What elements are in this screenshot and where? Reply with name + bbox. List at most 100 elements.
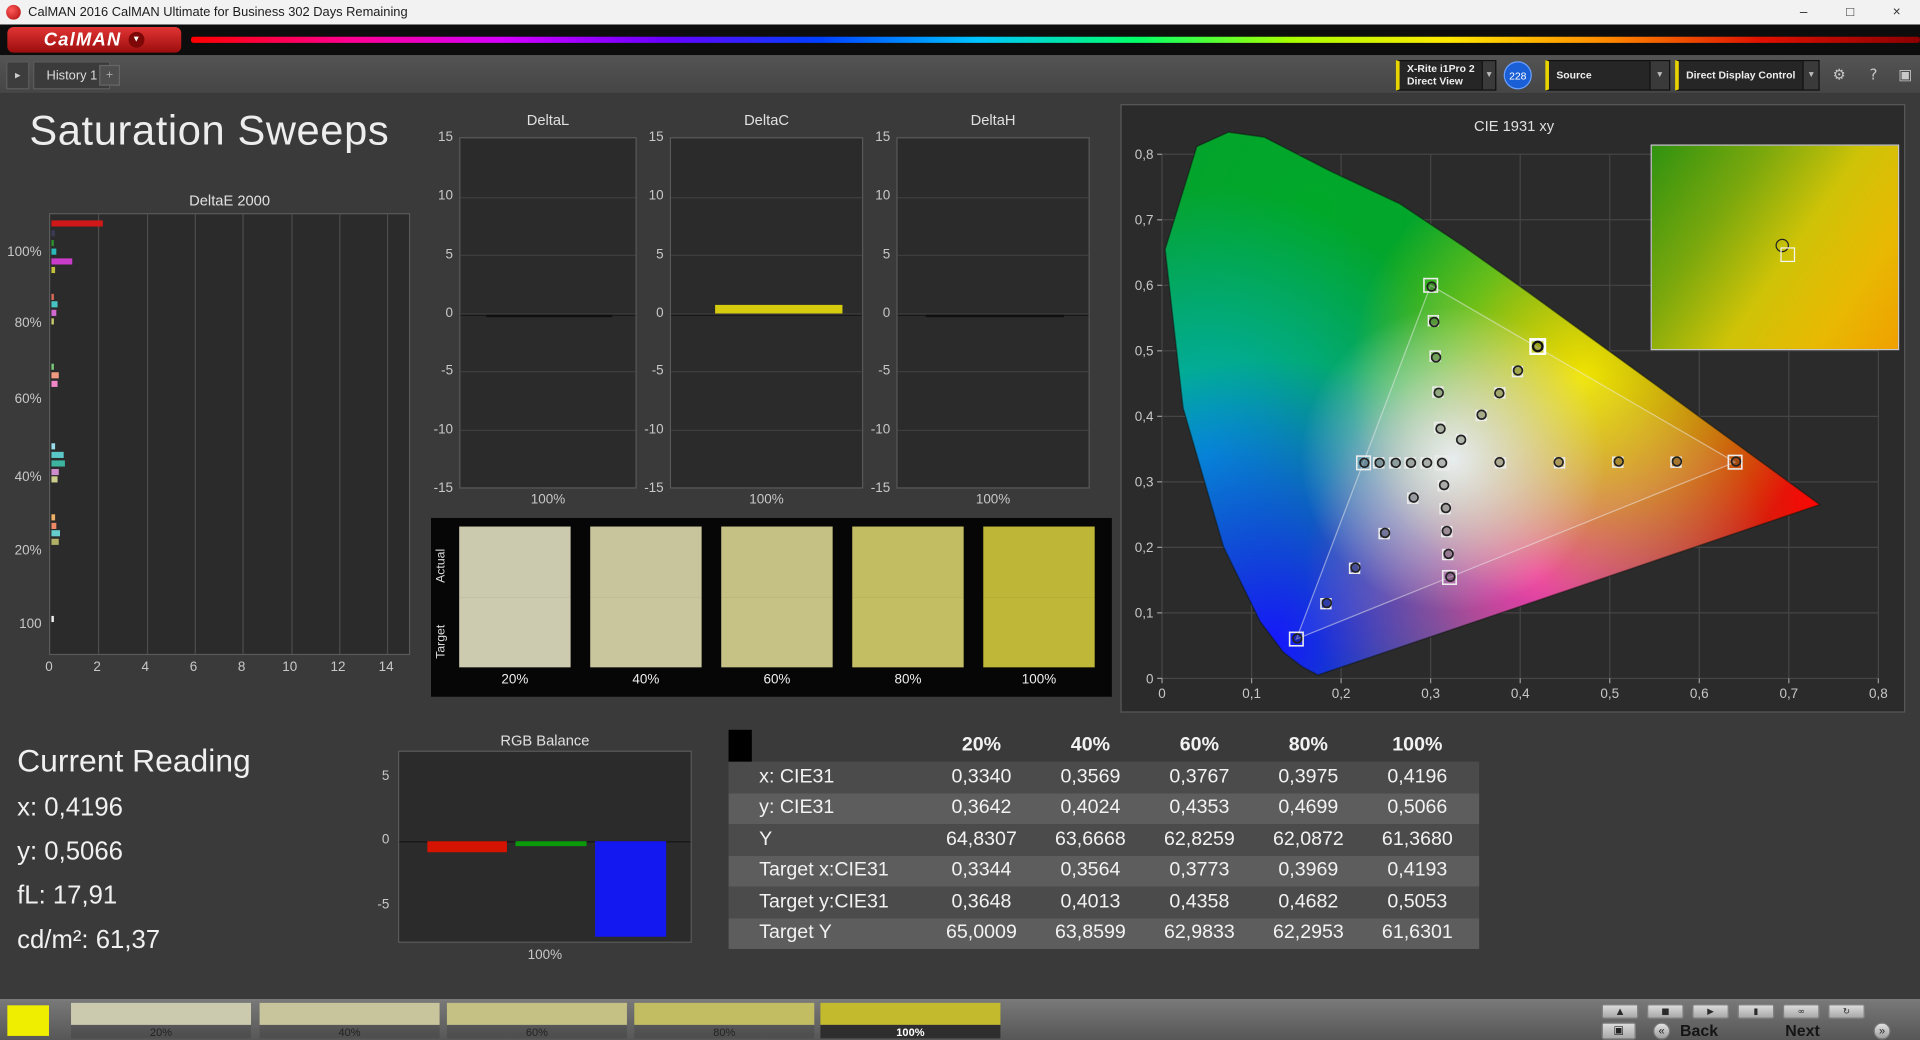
swatch-target <box>983 597 1095 668</box>
x-tick-label: 4 <box>141 660 150 675</box>
bottom-control-bar: 20% 40% 60% 80% 100% ▲ ■ ▶ ▮ ∞ ↻ ▣ « Back Next » <box>0 999 1920 1040</box>
table-cell: 64,8307 <box>946 828 1017 850</box>
pattern-window-button[interactable]: ▣ <box>1601 1022 1636 1040</box>
saturation-swatch-button-60%[interactable]: 60% <box>446 1003 627 1039</box>
gridline <box>460 371 636 373</box>
page-title: Saturation Sweeps <box>29 107 390 155</box>
table-cell: 62,9833 <box>1163 922 1235 944</box>
deltae-bar <box>51 258 73 265</box>
swatch-label: 60% <box>763 672 791 687</box>
svg-text:0,2: 0,2 <box>1135 540 1154 555</box>
y-tick-label: 0 <box>882 305 891 321</box>
link-button[interactable]: ∞ <box>1782 1004 1820 1020</box>
minimize-button[interactable]: – <box>1780 0 1827 24</box>
svg-text:0,3: 0,3 <box>1421 686 1440 701</box>
gridline <box>460 254 636 256</box>
y-tick-label: 5 <box>882 246 891 262</box>
svg-text:0,1: 0,1 <box>1242 686 1261 701</box>
current-patch-preview <box>7 1005 49 1037</box>
play-button[interactable]: ▶ <box>1692 1004 1729 1020</box>
add-tab-button[interactable]: + <box>99 64 120 86</box>
table-row: Target Y 65,0009 63,8599 62,9833 62,2953 61,6… <box>728 917 1480 949</box>
close-button[interactable]: × <box>1873 0 1920 24</box>
swatch-actual <box>852 526 964 598</box>
cie-1931-panel: CIE 1931 xy 0 0 0,1 0,1 0,2 0,2 0,3 0,3 0,4 0,4 0,… <box>1120 104 1906 713</box>
table-cell: 0,3642 <box>951 797 1012 819</box>
back-chevron-button[interactable]: « <box>1653 1022 1671 1040</box>
y-tick-label: 20% <box>14 543 42 559</box>
up-icon: ▲ <box>1616 1007 1624 1017</box>
target-label: Target <box>434 624 449 659</box>
deltae-bar <box>51 468 59 475</box>
y-tick-label: -15 <box>870 481 891 496</box>
pause-button[interactable]: ▮ <box>1737 1004 1775 1020</box>
y-tick-label: 10 <box>438 188 454 204</box>
source-selector[interactable]: Source ▼ <box>1545 60 1671 91</box>
deltae-bar <box>51 249 57 256</box>
back-button[interactable]: Back <box>1680 1022 1718 1040</box>
help-icon[interactable]: ? <box>1861 62 1885 85</box>
stop-button[interactable]: ■ <box>1646 1004 1684 1020</box>
gear-icon[interactable]: ⚙ <box>1827 62 1851 85</box>
rgb-x-label: 100% <box>527 947 563 963</box>
swatch-actual <box>721 526 833 598</box>
y-tick-label: -5 <box>878 364 891 379</box>
svg-text:0,8: 0,8 <box>1869 686 1888 701</box>
saturation-swatch-button-20%[interactable]: 20% <box>71 1003 252 1039</box>
main-toolbar: ▸ History 1 + X-Rite i1Pro 2 Direct View… <box>0 55 1920 95</box>
x-tick-label: 14 <box>378 660 394 675</box>
y-tick-label: 100% <box>7 245 42 260</box>
meter-selector[interactable]: X-Rite i1Pro 2 Direct View ▼ <box>1395 60 1497 91</box>
table-header-row: 20% 40% 60% 80% 100% <box>728 729 1480 762</box>
y-tick-label: -10 <box>644 422 664 438</box>
saturation-swatch-button-100%[interactable]: 100% <box>820 1003 1001 1039</box>
app-icon <box>6 4 21 20</box>
play-icon: ▶ <box>1707 1007 1714 1017</box>
table-cell: 0,3767 <box>1169 766 1230 788</box>
table-cell: 0,3564 <box>1060 859 1121 881</box>
table-row: x: CIE31 0,3340 0,3569 0,3767 0,3975 0,4196 <box>728 761 1480 793</box>
actual-label: Actual <box>434 548 449 583</box>
deltae-bar <box>51 364 55 371</box>
deltah-x-label: 100% <box>975 492 1011 507</box>
deltae-bar <box>51 476 58 483</box>
refresh-button[interactable]: ↻ <box>1828 1004 1865 1020</box>
table-cell: 65,0009 <box>946 922 1017 944</box>
layout-panel-icon[interactable]: ▣ <box>1893 62 1917 85</box>
saturation-swatch-button-40%[interactable]: 40% <box>259 1003 440 1039</box>
saturation-swatch-button-80%[interactable]: 80% <box>634 1003 815 1039</box>
y-tick-label: -5 <box>651 364 664 379</box>
x-tick-label: 0 <box>45 660 53 675</box>
rgb-balance-chart <box>397 750 692 943</box>
y-tick-label: -10 <box>870 422 891 438</box>
deltae-bar <box>51 267 56 274</box>
table-cell: 0,5066 <box>1387 797 1448 819</box>
history-nav-button[interactable]: ▸ <box>6 61 30 90</box>
deltae-bar <box>51 460 65 467</box>
display-control-selector[interactable]: Direct Display Control ▼ <box>1675 60 1820 91</box>
table-cell: 0,3773 <box>1169 859 1230 881</box>
current-reading-title: Current Reading <box>17 742 251 779</box>
gridline <box>146 214 148 654</box>
y-tick-label: 15 <box>438 129 454 145</box>
gridline <box>291 214 293 654</box>
deltac-x-label: 100% <box>749 492 784 507</box>
up-button[interactable]: ▲ <box>1601 1004 1639 1020</box>
calman-logo-menu[interactable]: CalMAN ▼ <box>7 26 182 53</box>
swatch-label: 20% <box>501 672 529 687</box>
deltae-bar <box>51 530 61 537</box>
deltae-bar <box>51 372 60 379</box>
zero-line <box>671 314 863 316</box>
delta-bar <box>926 314 1064 317</box>
swatch-label: 40% <box>632 672 660 687</box>
next-button[interactable]: Next <box>1785 1022 1820 1040</box>
maximize-button[interactable]: □ <box>1827 0 1874 24</box>
table-header-cell: 100% <box>1392 734 1443 756</box>
deltah-chart-title: DeltaH <box>970 111 1016 129</box>
gridline <box>671 429 863 431</box>
next-chevron-button[interactable]: » <box>1873 1022 1891 1040</box>
y-tick-label: 5 <box>381 768 390 784</box>
table-header-cell: 60% <box>1179 734 1219 756</box>
deltal-x-label: 100% <box>530 492 566 507</box>
swatch-actual <box>459 526 571 598</box>
